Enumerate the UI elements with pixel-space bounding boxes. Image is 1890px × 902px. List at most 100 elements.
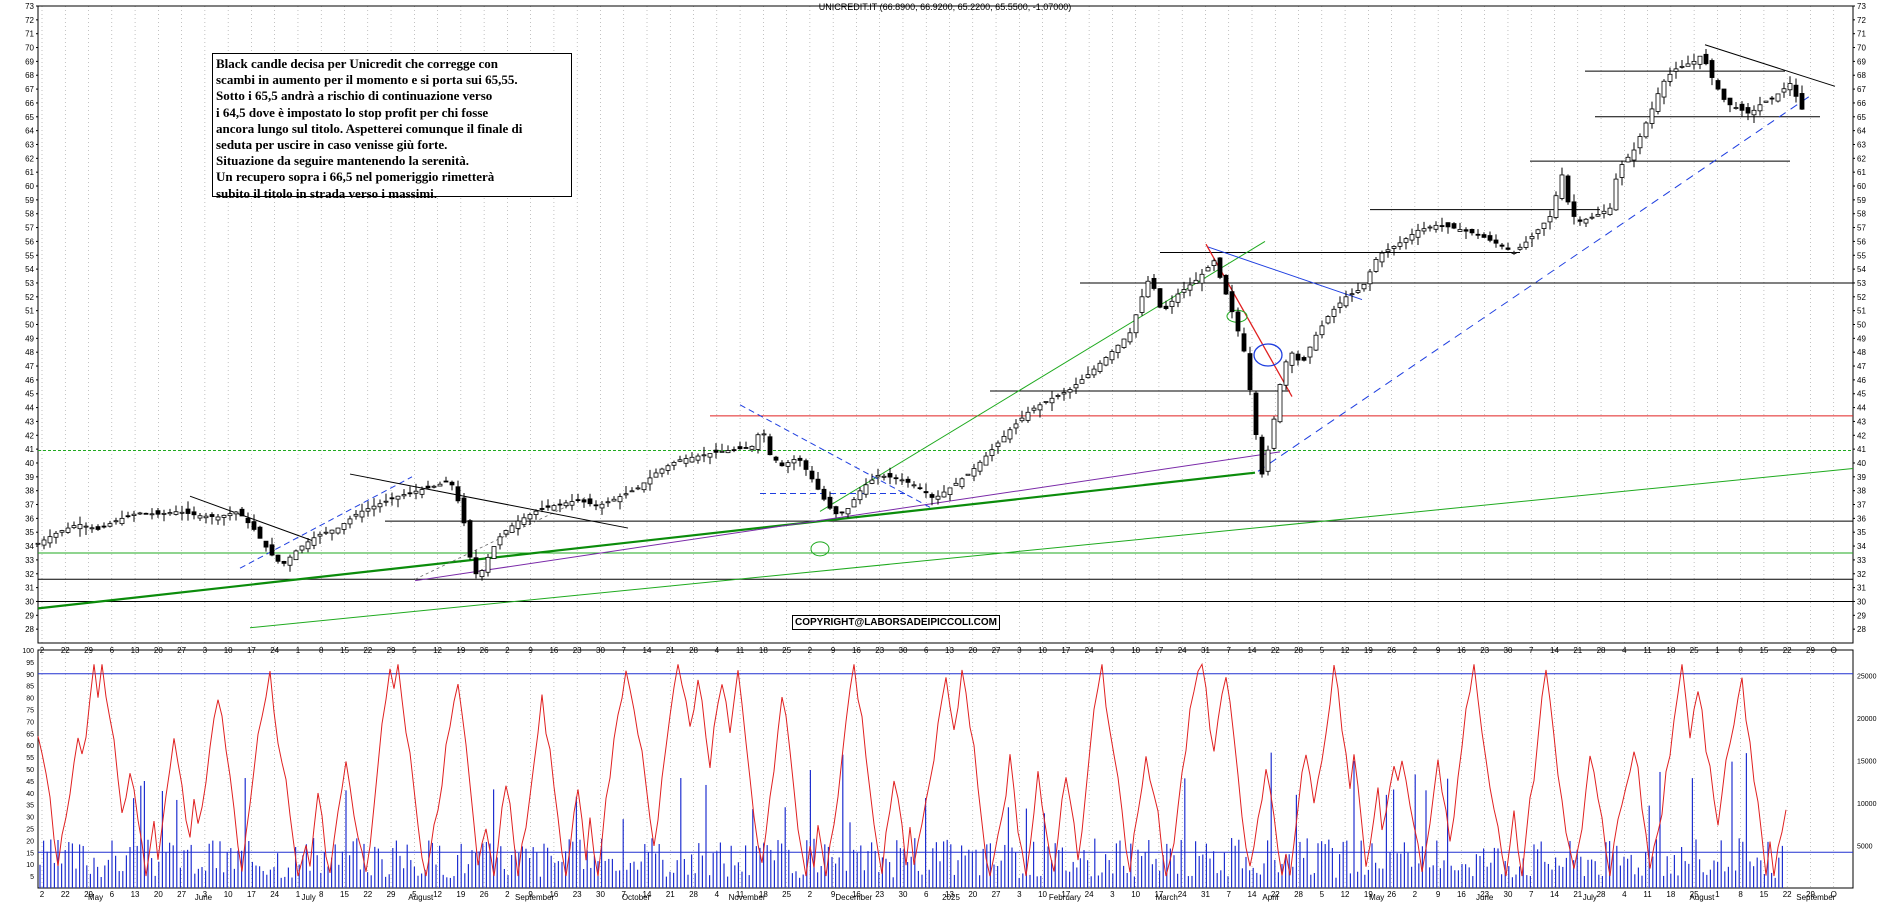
candle-body <box>89 527 95 530</box>
y-tick-label: 38 <box>1857 487 1866 496</box>
candle-body <box>893 477 899 480</box>
x-day-label: 20 <box>968 646 977 655</box>
x-day-label: 16 <box>549 646 558 655</box>
candle-body <box>119 517 125 525</box>
x-day-label: 30 <box>899 890 908 899</box>
candle-body <box>1673 68 1679 72</box>
candle-body <box>1427 226 1433 229</box>
candle-body <box>797 457 803 461</box>
candle-body <box>845 508 851 515</box>
candle-body <box>647 477 653 485</box>
x-day-label: 3 <box>1017 890 1022 899</box>
volume-tick-label: 20000 <box>1857 716 1877 723</box>
candle-body <box>353 513 359 517</box>
x-month-label: May <box>1369 893 1384 902</box>
x-day-label: 4 <box>1622 646 1627 655</box>
x-day-label: O <box>1831 646 1837 655</box>
oscillator-panel: 5101520253035404550556065707580859095100… <box>22 648 1877 889</box>
y-tick-label: 28 <box>1857 625 1866 634</box>
candle-body <box>1409 234 1415 241</box>
trendline <box>1257 95 1811 472</box>
y-tick-label: 70 <box>1857 44 1866 53</box>
candle-body <box>1391 245 1397 249</box>
x-day-label: 22 <box>1783 646 1792 655</box>
x-day-label: 20 <box>154 890 163 899</box>
x-day-label: 12 <box>433 890 442 899</box>
x-day-label: 3 <box>1017 646 1022 655</box>
x-month-label: May <box>88 893 103 902</box>
x-day-label: 10 <box>224 890 233 899</box>
x-day-label: 12 <box>433 646 442 655</box>
x-day-label: 22 <box>61 890 70 899</box>
y-tick-label: 49 <box>1857 334 1866 343</box>
volume-tick-label: 5000 <box>1857 844 1873 851</box>
y-tick-label: 45 <box>25 390 34 399</box>
candle-body <box>869 479 875 484</box>
x-day-label: 13 <box>945 646 954 655</box>
note-line: ancora lungo sul titolo. Aspetterei comu… <box>216 120 523 136</box>
osc-tick-label: 15 <box>26 850 34 857</box>
x-day-label: 7 <box>622 646 627 655</box>
candle-body <box>635 487 641 490</box>
candle-body <box>1133 314 1139 334</box>
candle-body <box>269 544 275 556</box>
osc-tick-label: 65 <box>26 731 34 738</box>
x-month-label: July <box>1583 893 1597 902</box>
x-day-label: 6 <box>110 890 115 899</box>
candle-body <box>1517 246 1523 250</box>
candle-body <box>1709 60 1715 78</box>
x-day-label: 20 <box>968 890 977 899</box>
candle-body <box>1379 252 1385 263</box>
candle-body <box>809 470 815 480</box>
candle-body <box>1163 305 1169 309</box>
highlight-ellipse <box>810 541 830 557</box>
candle-body <box>107 523 113 527</box>
candle-body <box>395 495 401 500</box>
candle-body <box>881 475 887 478</box>
y-tick-label: 64 <box>1857 127 1866 136</box>
y-tick-label: 53 <box>1857 279 1866 288</box>
x-day-label: 14 <box>1550 890 1559 899</box>
y-tick-label: 51 <box>1857 307 1866 316</box>
y-tick-label: 31 <box>25 584 34 593</box>
candle-body <box>1559 174 1565 199</box>
y-tick-label: 72 <box>25 16 34 25</box>
y-tick-label: 71 <box>25 30 34 39</box>
candle-body <box>449 481 455 486</box>
chart-title: UNICREDIT.IT (66.8900, 66.9200, 65.2200,… <box>818 2 1072 12</box>
candle-body <box>1265 449 1271 472</box>
x-day-label: 27 <box>177 890 186 899</box>
y-tick-label: 70 <box>25 44 34 53</box>
y-tick-label: 50 <box>1857 321 1866 330</box>
trendline <box>739 404 931 508</box>
candle-body <box>305 541 311 550</box>
x-day-label: 9 <box>1436 890 1441 899</box>
y-tick-label: 35 <box>1857 528 1866 537</box>
candle-body <box>611 498 617 502</box>
y-tick-label: 55 <box>25 251 34 260</box>
x-day-label: 29 <box>1806 646 1815 655</box>
x-month-label: March <box>1156 893 1178 902</box>
x-day-label: 8 <box>319 646 324 655</box>
candle-body <box>1193 279 1199 284</box>
candle-body <box>1565 175 1571 203</box>
candle-body <box>953 482 959 486</box>
candle-body <box>677 459 683 462</box>
candle-body <box>371 505 377 510</box>
x-month-label: November <box>729 893 766 902</box>
y-tick-label: 41 <box>1857 445 1866 454</box>
y-tick-label: 40 <box>1857 459 1866 468</box>
note-line: scambi in aumento per il momento e si po… <box>216 72 518 88</box>
candle-body <box>263 540 269 548</box>
x-day-label: 2 <box>808 890 813 899</box>
candle-body <box>1535 229 1541 234</box>
candle-body <box>1091 368 1097 376</box>
candle-body <box>623 493 629 496</box>
candle-body <box>551 505 557 511</box>
candle-body <box>425 485 431 489</box>
x-day-label: 2 <box>808 646 813 655</box>
x-day-label: 19 <box>456 646 465 655</box>
candle-body <box>1331 308 1337 317</box>
candle-body <box>143 512 149 515</box>
candle-body <box>1583 218 1589 224</box>
